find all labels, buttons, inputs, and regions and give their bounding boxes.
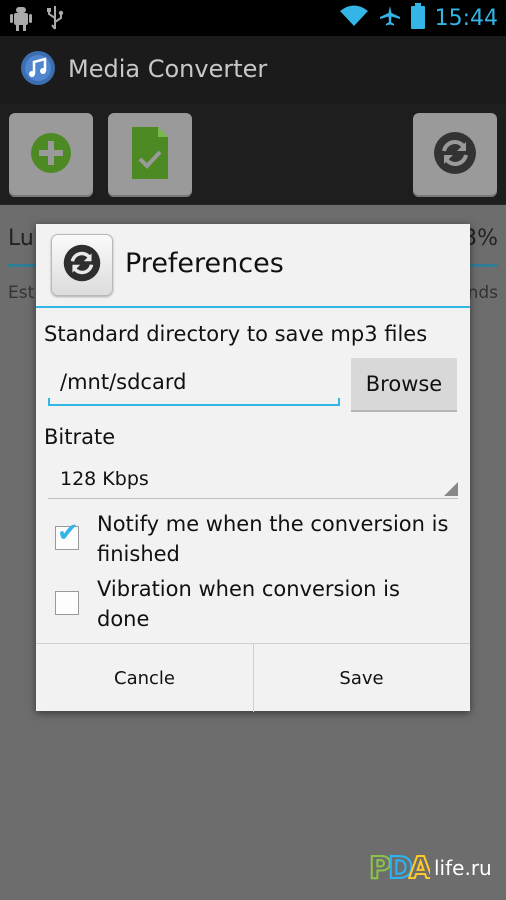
airplane-icon bbox=[379, 5, 401, 31]
dialog-icon bbox=[51, 234, 113, 296]
add-icon bbox=[29, 131, 73, 179]
input-underline-edge bbox=[48, 398, 50, 406]
pda-logo-icon: P D A bbox=[368, 848, 434, 888]
add-file-button[interactable] bbox=[9, 113, 93, 197]
watermark: P D A life.ru bbox=[368, 848, 492, 888]
directory-label: Standard directory to save mp3 files bbox=[44, 322, 428, 346]
android-debug-icon bbox=[10, 5, 32, 35]
preferences-dialog: Preferences Standard directory to save m… bbox=[36, 224, 470, 712]
bitrate-value: 128 Kbps bbox=[60, 468, 149, 490]
browse-button[interactable]: Browse bbox=[351, 358, 457, 412]
select-file-button[interactable] bbox=[108, 113, 192, 197]
app-music-icon bbox=[20, 50, 56, 86]
convert-button[interactable] bbox=[413, 113, 497, 197]
list-item-subtitle-right: nds bbox=[467, 283, 498, 303]
battery-icon bbox=[410, 3, 425, 33]
notify-label: Notify me when the conversion is finishe… bbox=[97, 512, 449, 566]
convert-icon bbox=[62, 243, 102, 287]
document-check-icon bbox=[130, 125, 170, 185]
clock: 15:44 bbox=[434, 5, 498, 31]
app-title: Media Converter bbox=[68, 55, 268, 83]
list-item-subtitle: Est bbox=[8, 283, 35, 303]
vibration-label: Vibration when conversion is done bbox=[97, 577, 400, 631]
vibration-checkbox[interactable] bbox=[55, 591, 79, 615]
dialog-title: Preferences bbox=[125, 248, 284, 279]
bitrate-dropdown[interactable]: 128 Kbps bbox=[48, 460, 458, 499]
checkmark-icon: ✔ bbox=[57, 518, 79, 548]
dialog-title-divider bbox=[36, 306, 470, 308]
svg-text:A: A bbox=[409, 851, 430, 884]
input-underline-edge bbox=[338, 398, 340, 406]
watermark-text: life.ru bbox=[434, 856, 492, 880]
status-bar: 15:44 bbox=[0, 0, 506, 36]
convert-icon bbox=[432, 130, 478, 180]
dialog-button-bar: Cancle Save bbox=[36, 643, 470, 712]
directory-input[interactable] bbox=[48, 360, 340, 406]
usb-icon bbox=[46, 5, 64, 35]
list-item-title: Lu bbox=[8, 226, 34, 251]
wifi-icon bbox=[339, 4, 369, 32]
dropdown-arrow-icon bbox=[444, 482, 458, 496]
cancel-button[interactable]: Cancle bbox=[36, 644, 253, 712]
bitrate-label: Bitrate bbox=[44, 425, 116, 449]
save-button[interactable]: Save bbox=[253, 644, 470, 712]
notify-checkbox[interactable]: ✔ bbox=[55, 520, 79, 550]
